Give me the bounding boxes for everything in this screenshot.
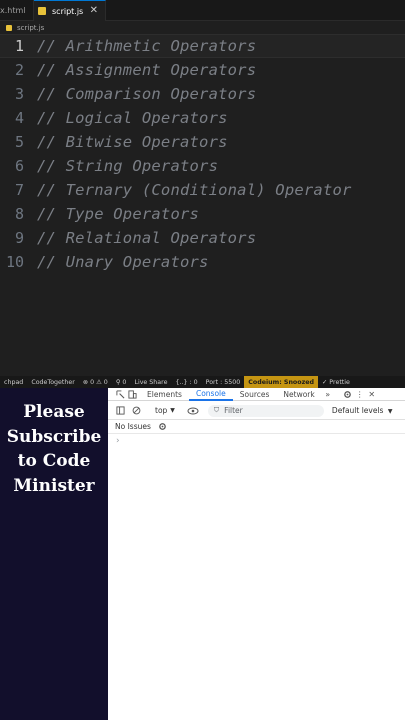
- more-options-icon[interactable]: ⋮: [354, 388, 366, 400]
- code-line[interactable]: 5 // Bitwise Operators: [0, 130, 405, 154]
- tab-elements[interactable]: Elements: [140, 388, 189, 401]
- log-levels-dropdown[interactable]: Default levels ▼: [332, 406, 393, 415]
- filter-placeholder: Filter: [224, 406, 243, 415]
- inspect-element-icon[interactable]: [114, 388, 126, 400]
- settings-gear-icon[interactable]: [342, 388, 354, 400]
- console-toolbar: top ▼ ⛉ Filter Default levels ▼: [108, 402, 405, 420]
- issues-label[interactable]: No Issues: [115, 422, 151, 431]
- status-item-live-share[interactable]: Live Share: [130, 376, 171, 388]
- subscribe-line: to Code: [17, 451, 91, 471]
- issues-settings-gear-icon[interactable]: [157, 421, 169, 433]
- subscribe-line: Please: [23, 402, 85, 422]
- code-comment: // String Operators: [37, 157, 219, 175]
- tab-sources[interactable]: Sources: [233, 388, 277, 401]
- code-line[interactable]: 2 // Assignment Operators: [0, 58, 405, 82]
- devtools-tab-bar: Elements Console Sources Network » ⋮ ✕: [108, 388, 405, 401]
- dropdown-arrow-icon: ▼: [170, 407, 175, 414]
- code-comment: // Assignment Operators: [37, 61, 257, 79]
- tab-index-html[interactable]: x.html: [0, 0, 34, 21]
- live-expression-eye-icon[interactable]: [186, 405, 200, 417]
- subscribe-line: Minister: [13, 475, 95, 496]
- code-comment: // Arithmetic Operators: [37, 37, 257, 55]
- devtools-panel: Elements Console Sources Network » ⋮ ✕ t…: [108, 388, 405, 720]
- clear-console-icon[interactable]: [130, 405, 142, 417]
- code-line[interactable]: 7 // Ternary (Conditional) Operator: [0, 178, 405, 202]
- subscribe-text: Please Subscribe to Code Minister: [0, 400, 108, 498]
- status-item-codeium[interactable]: Codeium: Snoozed: [244, 376, 319, 388]
- status-item-ports[interactable]: ⚲ 0: [112, 376, 131, 388]
- code-line[interactable]: 6 // String Operators: [0, 154, 405, 178]
- device-toolbar-icon[interactable]: [126, 388, 138, 400]
- status-item-port[interactable]: Port : 5500: [202, 376, 245, 388]
- tab-label: script.js: [52, 6, 84, 16]
- code-comment: // Bitwise Operators: [37, 133, 228, 151]
- javascript-file-icon: [38, 7, 46, 15]
- filter-funnel-icon: ⛉: [213, 406, 220, 414]
- code-comment: // Ternary (Conditional) Operator: [37, 181, 352, 199]
- code-comment: // Comparison Operators: [37, 85, 257, 103]
- console-prompt[interactable]: ›: [108, 434, 405, 448]
- line-number: 10: [5, 253, 24, 271]
- status-item-codetogether[interactable]: CodeTogether: [27, 376, 79, 388]
- close-devtools-icon[interactable]: ✕: [366, 388, 378, 400]
- status-item-chpad[interactable]: chpad: [0, 376, 27, 388]
- code-line[interactable]: 1 // Arithmetic Operators: [0, 34, 405, 58]
- status-item-problems[interactable]: ⊗ 0 ⚠ 0: [79, 376, 112, 388]
- close-icon[interactable]: ✕: [90, 6, 98, 16]
- dropdown-arrow-icon: ▼: [387, 408, 393, 415]
- log-levels-label: Default levels: [331, 406, 384, 415]
- prompt-chevron-icon: ›: [116, 436, 120, 446]
- code-line[interactable]: 10 // Unary Operators: [0, 250, 405, 274]
- tab-network[interactable]: Network: [276, 388, 321, 401]
- code-line[interactable]: 3 // Comparison Operators: [0, 82, 405, 106]
- status-item-braces[interactable]: {..} : 0: [171, 376, 201, 388]
- breadcrumb-file[interactable]: script.js: [17, 24, 44, 32]
- code-comment: // Relational Operators: [37, 229, 257, 247]
- subscribe-line: Subscribe: [6, 426, 102, 447]
- line-number: 1: [14, 37, 24, 55]
- javascript-file-icon: [6, 24, 12, 31]
- line-number: 5: [14, 133, 24, 151]
- tab-label: x.html: [0, 6, 26, 15]
- line-number: 8: [14, 205, 24, 223]
- tab-console[interactable]: Console: [188, 388, 233, 401]
- line-number: 9: [14, 229, 24, 247]
- status-bar: chpad CodeTogether ⊗ 0 ⚠ 0 ⚲ 0 Live Shar…: [0, 376, 405, 388]
- status-item-prettier[interactable]: ✓ Prettie: [318, 376, 354, 388]
- issues-row: No Issues: [108, 420, 405, 434]
- code-comment: // Type Operators: [37, 205, 200, 223]
- context-selector[interactable]: top ▼: [152, 406, 178, 415]
- line-number: 4: [14, 109, 24, 127]
- line-number: 7: [14, 181, 24, 199]
- more-tabs-icon[interactable]: »: [322, 388, 334, 400]
- line-number: 6: [14, 157, 24, 175]
- code-line[interactable]: 8 // Type Operators: [0, 202, 405, 226]
- breadcrumb: script.js: [0, 21, 405, 34]
- sidebar-toggle-icon[interactable]: [114, 405, 126, 417]
- filter-input[interactable]: ⛉ Filter: [207, 404, 324, 417]
- context-value: top: [155, 406, 168, 415]
- code-comment: // Unary Operators: [37, 253, 209, 271]
- editor-tab-bar: x.html script.js ✕: [0, 0, 405, 21]
- code-line[interactable]: 9 // Relational Operators: [0, 226, 405, 250]
- code-editor[interactable]: 1 // Arithmetic Operators 2 // Assignment …: [0, 34, 405, 376]
- code-line[interactable]: 4 // Logical Operators: [0, 106, 405, 130]
- subscribe-banner: Please Subscribe to Code Minister: [0, 388, 108, 720]
- code-comment: // Logical Operators: [37, 109, 228, 127]
- line-number: 2: [14, 61, 24, 79]
- tab-script-js[interactable]: script.js ✕: [34, 0, 106, 21]
- line-number: 3: [14, 85, 24, 103]
